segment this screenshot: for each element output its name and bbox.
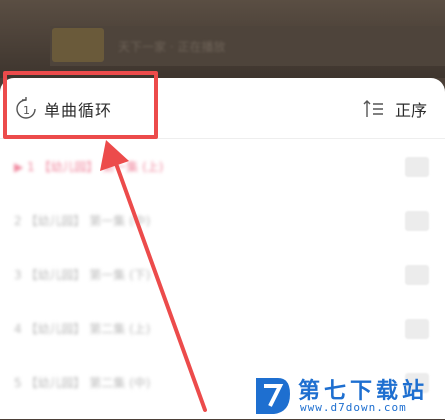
annotation-highlight-box: [3, 71, 158, 139]
playlist-list: ▶ 1 【幼儿园】 第一集 (上) 2 【幼儿园】 第一集 (中) 3 【幼儿园…: [0, 140, 445, 410]
track-title: 3 【幼儿园】 第一集 (下): [14, 268, 151, 282]
d7-logo-icon: [252, 372, 292, 416]
site-watermark: 第七下载站 www.d7down.com: [252, 372, 442, 418]
watermark-url: www.d7down.com: [300, 401, 407, 414]
track-more-icon[interactable]: [405, 211, 429, 231]
list-item[interactable]: 3 【幼儿园】 第一集 (下): [0, 248, 445, 302]
track-title: 4 【幼儿园】 第二集 (上): [14, 322, 151, 336]
track-more-icon[interactable]: [405, 319, 429, 339]
dimmed-now-playing-text: 天下一家 · 正在播放: [118, 40, 226, 54]
track-more-icon[interactable]: [405, 157, 429, 177]
list-item[interactable]: 4 【幼儿园】 第二集 (上): [0, 302, 445, 356]
track-title: ▶ 1 【幼儿园】 第一集 (上): [14, 160, 164, 174]
list-item[interactable]: ▶ 1 【幼儿园】 第一集 (上): [0, 140, 445, 194]
sort-order-button[interactable]: 正序: [363, 94, 427, 124]
sort-ascending-icon: [363, 98, 385, 120]
dimmed-cover-thumbnail: [52, 28, 104, 62]
track-more-icon[interactable]: [405, 265, 429, 285]
sort-order-label: 正序: [394, 101, 427, 120]
list-item[interactable]: 2 【幼儿园】 第一集 (中): [0, 194, 445, 248]
track-title: 5 【幼儿园】 第二集 (中): [14, 376, 151, 390]
track-title: 2 【幼儿园】 第一集 (中): [14, 214, 151, 228]
